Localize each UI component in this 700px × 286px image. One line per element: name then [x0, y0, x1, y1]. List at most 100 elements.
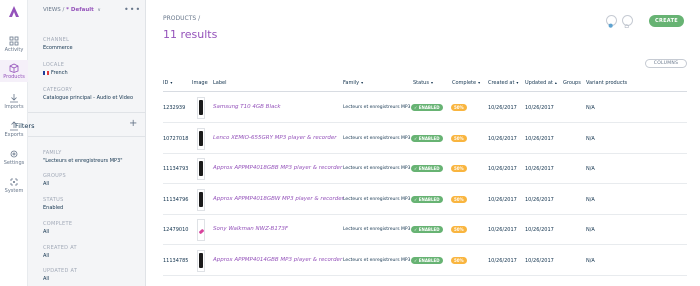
filter-value: All: [43, 181, 50, 187]
product-thumbnail-image: [199, 161, 203, 176]
filter-value: All: [43, 253, 50, 259]
cell-created: 10/26/2017: [488, 227, 517, 233]
nav-imports[interactable]: Imports: [0, 90, 28, 110]
channel-switcher[interactable]: CHANNEL Ecommerce: [43, 37, 73, 51]
cell-variant: N/A: [586, 105, 595, 111]
table-row[interactable]: 1232939 Samsung T10 4GB Black Lecteurs et …: [163, 93, 687, 123]
cell-label[interactable]: Samsung T10 4GB Black: [213, 104, 281, 110]
cell-created: 10/26/2017: [488, 257, 517, 264]
nav-settings[interactable]: Settings: [0, 146, 28, 166]
column-variant[interactable]: Variant products: [586, 80, 627, 86]
cell-family: Lecteurs et enregistreurs MP3: [343, 105, 411, 110]
cell-variant: N/A: [586, 257, 595, 264]
filter-status[interactable]: STATUS Enabled: [43, 197, 64, 211]
more-options-icon[interactable]: •••: [124, 5, 141, 14]
notification-icon[interactable]: [606, 15, 617, 28]
status-badge: ✓ ENABLED: [411, 104, 443, 111]
cell-family: Lecteurs et enregistreurs MP3: [343, 166, 411, 171]
status-badge: ✓ ENABLED: [411, 165, 443, 172]
column-complete-label: Complete: [452, 80, 477, 86]
complete-badge: 50%: [451, 226, 467, 233]
filter-complete[interactable]: COMPLETE All: [43, 221, 72, 235]
column-updated-label: Updated at: [525, 80, 553, 86]
product-thumbnail: [197, 219, 205, 241]
cell-label[interactable]: Approx APPMP4018GBW MP3 player & recorde…: [213, 196, 344, 202]
table-row[interactable]: 11134793 Approx APPMP4018GBB MP3 player &…: [163, 154, 687, 184]
columns-button[interactable]: COLUMNS: [645, 59, 687, 68]
cell-label[interactable]: Sony Walkman NWZ-B173F: [213, 226, 288, 232]
cell-id: 1232939: [163, 105, 186, 111]
french-flag-icon: [43, 70, 49, 75]
filter-label: UPDATED AT: [43, 268, 78, 274]
cell-id: 11134785: [163, 257, 189, 264]
filter-value: "Lecteurs et enregistreurs MP3": [43, 158, 123, 164]
table-row[interactable]: 12479010 Sony Walkman NWZ-B173F Lecteurs e…: [163, 215, 687, 245]
filter-family[interactable]: FAMILY "Lecteurs et enregistreurs MP3": [43, 150, 123, 164]
sort-caret-icon: ▴: [554, 80, 557, 85]
cell-label[interactable]: Approx APPMP4018GBB MP3 player & recorde…: [213, 165, 342, 171]
cell-family: Lecteurs et enregistreurs MP3: [343, 196, 411, 202]
filter-groups[interactable]: GROUPS All: [43, 173, 66, 187]
category-value: Catalogue principal - Audio et Video: [43, 95, 134, 101]
status-text: ENABLED: [418, 257, 440, 263]
channel-label: CHANNEL: [43, 37, 70, 43]
complete-badge: 50%: [451, 134, 467, 142]
nav-system[interactable]: System: [0, 174, 28, 194]
table-header: ID ▾ Image Label Family ▾ Status ▾ Complete…: [163, 80, 687, 92]
akeneo-logo: [9, 6, 19, 17]
cell-label[interactable]: Lenco XEMIO-655GRY MP3 player & recorder: [213, 135, 337, 141]
column-complete[interactable]: Complete ▾: [452, 80, 480, 86]
column-groups[interactable]: Groups: [563, 80, 581, 86]
table-row[interactable]: 11134796 Approx APPMP4018GBW MP3 player &…: [163, 185, 687, 215]
product-thumbnail-image: [199, 100, 203, 115]
breadcrumb[interactable]: PRODUCTS /: [163, 15, 200, 22]
cell-family: Lecteurs et enregistreurs MP3: [343, 257, 411, 263]
views-selector[interactable]: VIEWS / * Default ∨: [43, 7, 101, 13]
table-row[interactable]: 11134785 Approx APPMP4014GBB MP3 player &…: [163, 246, 687, 276]
cell-label[interactable]: Approx APPMP4014GBB MP3 player & recorde…: [213, 257, 342, 263]
locale-switcher[interactable]: LOCALE French: [43, 62, 68, 76]
nav-products[interactable]: Products: [0, 60, 28, 82]
main-navigation: Activity Products Imports Exports Settin…: [0, 0, 28, 286]
cell-created: 10/26/2017: [488, 135, 517, 142]
cell-updated: 10/26/2017: [525, 196, 554, 203]
status-text: ENABLED: [418, 227, 440, 232]
column-created[interactable]: Created at ▾: [488, 80, 518, 86]
help-icon[interactable]: [622, 15, 633, 28]
locale-value: French: [51, 70, 68, 76]
chevron-down-icon: ∨: [97, 8, 101, 13]
table-row[interactable]: 10727018 Lenco XEMIO-655GRY MP3 player & …: [163, 124, 687, 154]
product-thumbnail: [197, 249, 205, 272]
cell-updated: 10/26/2017: [525, 227, 554, 233]
filter-created-at[interactable]: CREATED AT All: [43, 245, 77, 259]
nav-activity[interactable]: Activity: [0, 33, 28, 53]
column-id-label: ID: [163, 80, 169, 86]
status-badge: ✓ ENABLED: [411, 226, 443, 233]
column-family-label: Family: [343, 80, 360, 86]
create-button[interactable]: CREATE: [649, 15, 684, 27]
nav-activity-label: Activity: [4, 47, 24, 53]
filter-updated-at[interactable]: UPDATED AT All: [43, 268, 77, 282]
status-text: ENABLED: [418, 196, 440, 202]
column-id[interactable]: ID ▾: [163, 80, 172, 86]
status-text: ENABLED: [418, 166, 440, 171]
category-switcher[interactable]: CATEGORY Catalogue principal - Audio et …: [43, 87, 133, 101]
column-status[interactable]: Status ▾: [413, 80, 433, 86]
cell-family: Lecteurs et enregistreurs MP3: [343, 135, 411, 141]
panel-divider: [28, 112, 146, 113]
product-thumbnail: [197, 158, 205, 180]
product-thumbnail-image: [198, 228, 205, 235]
sort-caret-icon: ▾: [430, 80, 433, 85]
column-updated[interactable]: Updated at ▴: [525, 80, 557, 86]
column-family[interactable]: Family ▾: [343, 80, 363, 86]
cell-variant: N/A: [586, 196, 595, 203]
sort-caret-icon: ▾: [516, 80, 519, 85]
nav-settings-label: Settings: [3, 160, 25, 166]
cell-variant: N/A: [586, 166, 595, 172]
grid-icon: [9, 36, 19, 46]
cell-id: 12479010: [163, 227, 189, 233]
column-label[interactable]: Label: [213, 80, 227, 86]
filter-label: STATUS: [43, 197, 64, 203]
add-filter-button[interactable]: +: [129, 118, 137, 129]
column-created-label: Created at: [488, 80, 515, 86]
